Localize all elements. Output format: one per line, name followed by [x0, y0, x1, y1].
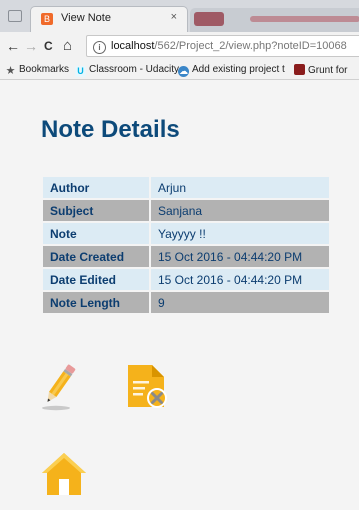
- table-row: Date Edited 15 Oct 2016 - 04:44:20 PM: [43, 269, 329, 290]
- delete-note-button[interactable]: [124, 363, 172, 411]
- delete-file-icon: [128, 365, 167, 408]
- bookmark-bookmarks[interactable]: ★ Bookmarks: [5, 64, 69, 77]
- grunt-icon: [294, 64, 305, 75]
- bookmark-label: Classroom - Udacity: [89, 64, 180, 75]
- star-icon: ★: [5, 65, 16, 77]
- address-path: /562/Project_2/view.php?noteID=10068: [154, 40, 347, 52]
- page-content: Note Details Author Arjun Subject Sanjan…: [0, 80, 359, 510]
- tab-favicon-icon: B: [41, 13, 53, 25]
- address-bar[interactable]: i localhost/562/Project_2/view.php?noteID…: [86, 35, 359, 57]
- address-host: localhost: [111, 40, 155, 52]
- edit-note-button[interactable]: [40, 364, 76, 412]
- detail-value: Arjun: [149, 177, 329, 198]
- table-row: Author Arjun: [43, 177, 329, 198]
- bookmark-label: Grunt for: [308, 65, 348, 76]
- tab-view-note[interactable]: B View Note ×: [30, 6, 188, 32]
- udacity-icon: U: [75, 66, 86, 77]
- detail-label: Date Edited: [43, 269, 149, 290]
- tab-title: View Note: [61, 12, 111, 24]
- forward-arrow-icon[interactable]: →: [24, 37, 38, 55]
- back-arrow-icon[interactable]: ←: [6, 37, 20, 55]
- detail-value: Yayyyy !!: [149, 223, 329, 244]
- bookmark-grunt[interactable]: Grunt for: [294, 64, 347, 76]
- table-row: Subject Sanjana: [43, 200, 329, 221]
- home-icon[interactable]: ⌂: [63, 37, 72, 55]
- pencil-icon: [42, 364, 76, 411]
- tab-favicon-icon: [194, 12, 224, 26]
- bookmark-udacity[interactable]: U Classroom - Udacity: [75, 64, 179, 77]
- info-icon[interactable]: i: [93, 41, 106, 54]
- browser-toolbar: ← → C ⌂ i localhost/562/Project_2/view.ph…: [0, 32, 359, 60]
- detail-value: 9: [149, 292, 329, 313]
- cloud-icon: ☁: [178, 66, 189, 77]
- note-details-table: Author Arjun Subject Sanjana Note Yayyyy…: [43, 175, 329, 315]
- detail-label: Date Created: [43, 246, 149, 267]
- home-button[interactable]: [40, 451, 88, 497]
- tab-close-icon[interactable]: ×: [171, 11, 177, 23]
- table-row: Date Created 15 Oct 2016 - 04:44:20 PM: [43, 246, 329, 267]
- detail-label: Author: [43, 177, 149, 198]
- home-icon: [42, 453, 86, 495]
- bookmarks-bar: ★ Bookmarks U Classroom - Udacity ☁ Add exi…: [0, 60, 359, 80]
- window-menu-icon[interactable]: [8, 10, 22, 22]
- detail-value: 15 Oct 2016 - 04:44:20 PM: [149, 246, 329, 267]
- tab-background[interactable]: [190, 8, 359, 32]
- bookmark-label: Bookmarks: [19, 64, 70, 75]
- table-row: Note Yayyyy !!: [43, 223, 329, 244]
- tab-title-blurred: [250, 16, 359, 22]
- detail-label: Note Length: [43, 292, 149, 313]
- detail-value: 15 Oct 2016 - 04:44:20 PM: [149, 269, 329, 290]
- detail-value: Sanjana: [149, 200, 329, 221]
- tab-bar: B View Note ×: [0, 0, 359, 32]
- detail-label: Subject: [43, 200, 149, 221]
- bookmark-add-project[interactable]: ☁ Add existing project t: [178, 64, 285, 77]
- table-row: Note Length 9: [43, 292, 329, 313]
- page-title: Note Details: [41, 116, 180, 143]
- reload-icon[interactable]: C: [44, 37, 53, 55]
- detail-label: Note: [43, 223, 149, 244]
- bookmark-label: Add existing project t: [192, 64, 285, 75]
